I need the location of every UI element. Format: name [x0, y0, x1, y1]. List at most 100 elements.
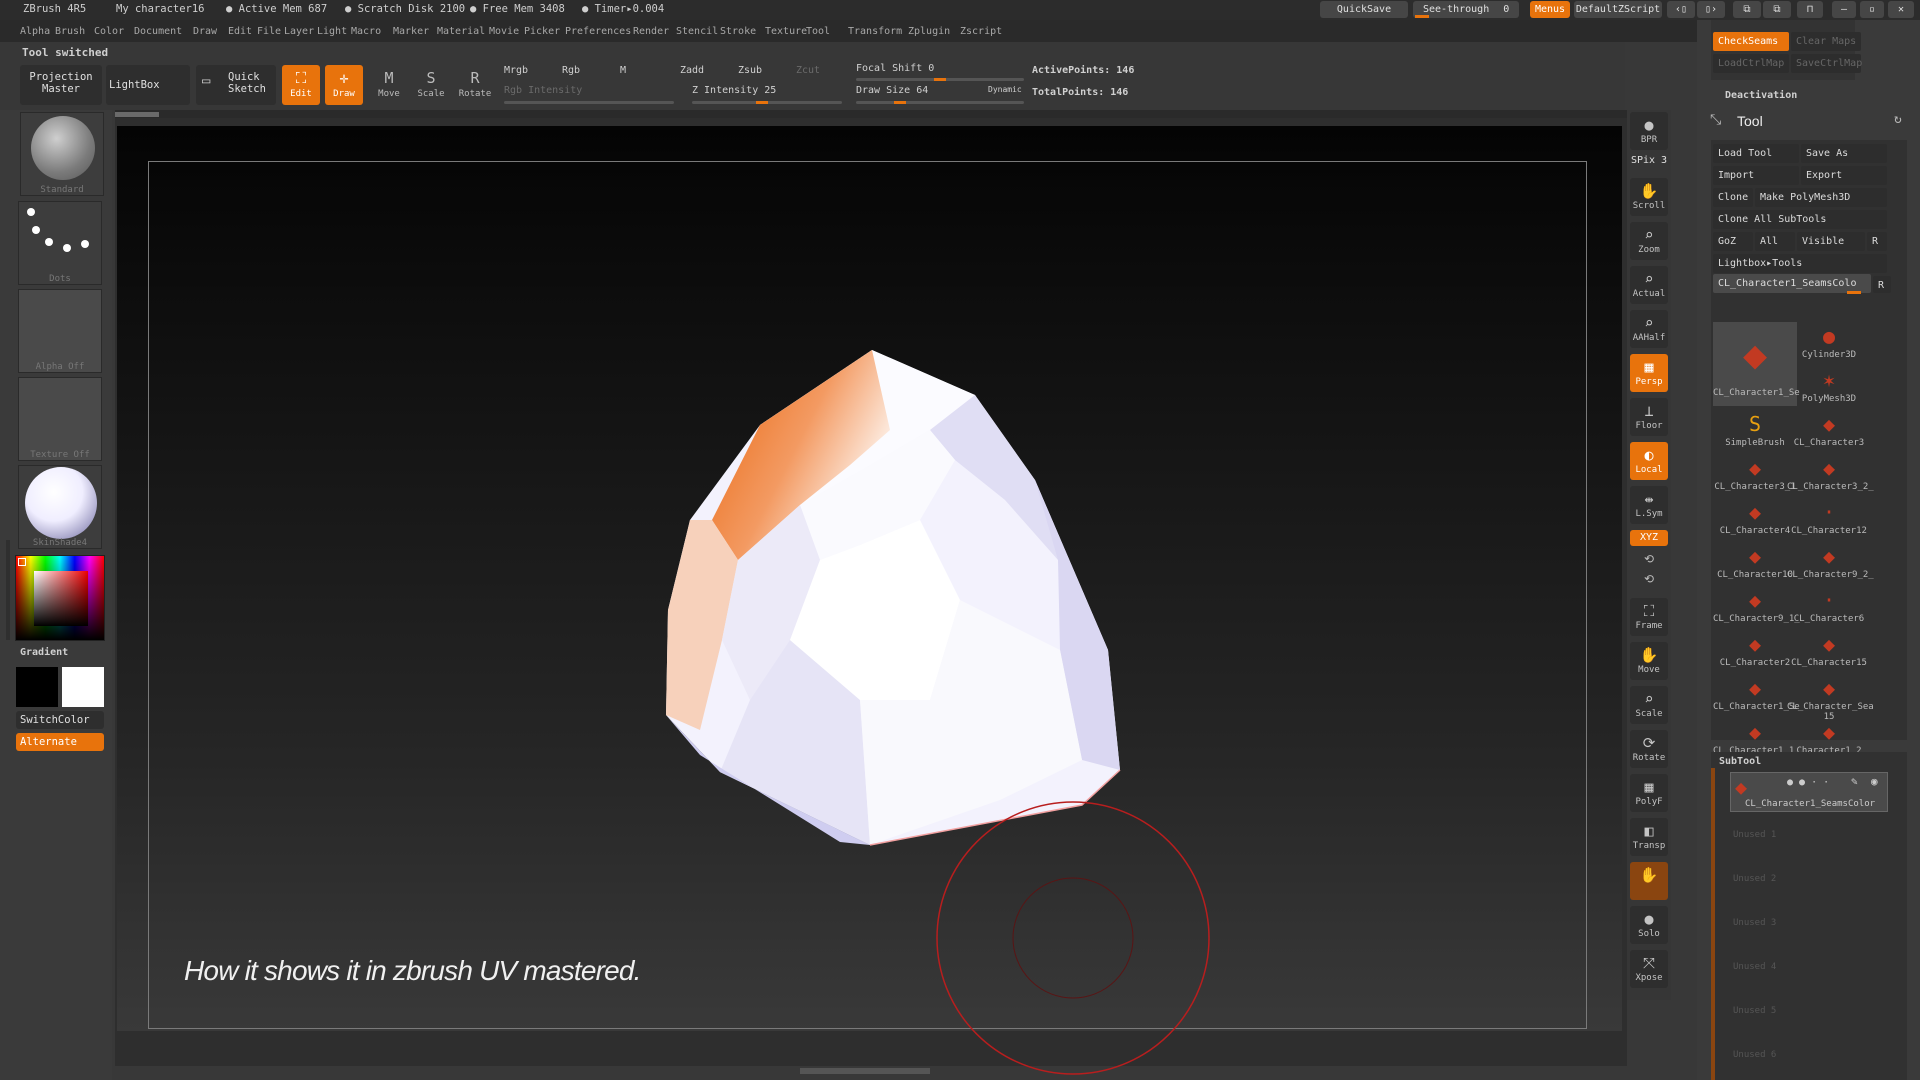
right-tray: CheckSeams Clear Maps LoadCtrlMap SaveCt…	[1697, 20, 1920, 1080]
nav-polyf-button[interactable]: ▦ PolyF	[1630, 774, 1668, 812]
brush-icon[interactable]: ✎	[1851, 775, 1858, 788]
eye-icon[interactable]: ◉	[1871, 775, 1878, 788]
tool-thumbnail[interactable]: ● Cylinder3D	[1787, 322, 1871, 364]
deactivation-label[interactable]: Deactivation	[1725, 90, 1797, 101]
clear-maps-button[interactable]: Clear Maps	[1791, 32, 1861, 51]
bpr-icon: ●	[1644, 116, 1654, 134]
savectrlmap-button[interactable]: SaveCtrlMap	[1791, 54, 1862, 73]
aahalf-icon: ⌕	[1644, 314, 1654, 332]
export-button[interactable]: Export	[1801, 166, 1887, 185]
tool-thumbnail[interactable]: ✶ PolyMesh3D	[1787, 366, 1871, 408]
subtool-name: CL_Character1_SeamsColor	[1745, 799, 1876, 809]
nav-label: Actual	[1632, 289, 1666, 299]
tool-thumbnail[interactable]: ◆ CL_Character3_2_	[1787, 454, 1874, 496]
loadctrlmap-button[interactable]: LoadCtrlMap	[1713, 54, 1789, 73]
tool-thumbnail[interactable]: ◆ CL_Character1_Se	[1713, 322, 1800, 406]
nav-rotate-button[interactable]: ⟳ Rotate	[1630, 730, 1668, 768]
visible-button[interactable]: Visible	[1797, 232, 1865, 251]
subtool-slot[interactable]: Unused 6	[1733, 1050, 1891, 1060]
subtool-toggle-icon[interactable]: ● ● · ·	[1787, 777, 1829, 788]
nav-bpr-button[interactable]: ● BPR	[1630, 112, 1668, 150]
subtool-title[interactable]: SubTool	[1719, 756, 1761, 767]
nav-aahalf-button[interactable]: ⌕ AAHalf	[1630, 310, 1668, 348]
rotate-axis-icon[interactable]: ⟲	[1644, 552, 1654, 566]
pin-icon[interactable]: ⤡	[1710, 112, 1721, 128]
subtool-item-active[interactable]: ◆ CL_Character1_SeamsColor ● ● · · ✎ ◉	[1730, 772, 1888, 812]
nav-l-sym-button[interactable]: ⇹ L.Sym	[1630, 486, 1668, 524]
nav-spix-3-button[interactable]: SPix 3	[1630, 155, 1668, 171]
subtool-slot[interactable]: Unused 3	[1733, 918, 1891, 928]
nav-xpose-button[interactable]: ⤧ Xpose	[1630, 950, 1668, 988]
floor-icon: ⊥	[1644, 402, 1654, 420]
tool-thumb-label: SimpleBrush	[1725, 438, 1785, 448]
canvas-bottom-handle[interactable]	[800, 1068, 930, 1074]
checkseams-button[interactable]: CheckSeams	[1713, 32, 1789, 51]
clone-button[interactable]: Clone	[1713, 188, 1753, 207]
lock-icon[interactable]: ✋	[1630, 862, 1668, 900]
nav-scale-button[interactable]: ⌕ Scale	[1630, 686, 1668, 724]
tool-thumbnail[interactable]: ◆ CL_Character9_2_	[1787, 542, 1874, 584]
viewport-caption: How it shows it in zbrush UV mastered.	[184, 955, 641, 986]
import-button[interactable]: Import	[1713, 166, 1799, 185]
nav-zoom-button[interactable]: ⌕ Zoom	[1630, 222, 1668, 260]
subtool-slot[interactable]: Unused 1	[1733, 830, 1891, 840]
polymesh-model[interactable]	[666, 350, 1121, 846]
tool-thumbnail[interactable]: · CL_Character12	[1787, 498, 1871, 540]
lightbox-tools-button[interactable]: Lightbox▸Tools	[1713, 254, 1887, 273]
clone-all-subtools-button[interactable]: Clone All SubTools	[1713, 210, 1887, 229]
tool-thumbnail[interactable]: S SimpleBrush	[1713, 410, 1797, 452]
tool-thumbnail[interactable]: ◆ CL_Character1_Se	[1713, 674, 1800, 716]
tool-thumbnail[interactable]: ◆ CL_Character9_1_	[1713, 586, 1800, 628]
tool-thumbnail[interactable]: ◆ CL_Character4	[1713, 498, 1797, 540]
tool-thumb-icon: ◆	[1748, 632, 1762, 656]
goz-all-button[interactable]: All	[1755, 232, 1795, 251]
nav-persp-button[interactable]: ▦ Persp	[1630, 354, 1668, 392]
tool-thumb-label: CL_Character2	[1719, 658, 1791, 668]
nav-floor-button[interactable]: ⊥ Floor	[1630, 398, 1668, 436]
nav-transp-button[interactable]: ◧ Transp	[1630, 818, 1668, 856]
nav-label: PolyF	[1635, 797, 1663, 807]
tool-thumb-label: CL_Character6	[1793, 614, 1865, 624]
subtool-slot[interactable]: Unused 4	[1733, 962, 1891, 972]
subtool-scrollbar[interactable]	[1711, 768, 1715, 1080]
transp-icon: ◧	[1644, 822, 1654, 840]
tool-thumb-icon: ◆	[1748, 720, 1762, 744]
tool-title[interactable]: Tool	[1737, 113, 1763, 129]
local-icon: ◐	[1644, 446, 1654, 464]
tool-thumb-label: CL_Character3_1	[1714, 482, 1796, 492]
refresh-icon[interactable]: ↻	[1894, 112, 1902, 127]
tool-thumb-label: Cylinder3D	[1801, 350, 1857, 360]
save-as-button[interactable]: Save As	[1801, 144, 1887, 163]
subtool-slot[interactable]: Unused 5	[1733, 1006, 1891, 1016]
tool-thumb-icon: ◆	[1748, 588, 1762, 612]
nav-solo-button[interactable]: ● Solo	[1630, 906, 1668, 944]
goz-button[interactable]: GoZ	[1713, 232, 1753, 251]
tool-thumbnail[interactable]: ◆ CL_Character15	[1787, 630, 1871, 672]
load-tool-button[interactable]: Load Tool	[1713, 144, 1799, 163]
make-polymesh-button[interactable]: Make PolyMesh3D	[1755, 188, 1887, 207]
actual-icon: ⌕	[1644, 270, 1654, 288]
nav-label: BPR	[1640, 135, 1658, 145]
tool-thumbnail[interactable]: ◆ CL_Character10	[1713, 542, 1797, 584]
xyz-button[interactable]: XYZ	[1630, 530, 1668, 546]
tool-thumb-label: CL_Character10	[1717, 570, 1793, 580]
goz-r-button[interactable]: R	[1867, 232, 1887, 251]
nav-move-button[interactable]: ✋ Move	[1630, 642, 1668, 680]
nav-actual-button[interactable]: ⌕ Actual	[1630, 266, 1668, 304]
tool-thumbnail[interactable]: · CL_Character6	[1787, 586, 1871, 628]
rotate-axis-icon[interactable]: ⟲	[1644, 572, 1654, 586]
tool-thumbnail[interactable]: ◆ CL_Character3_1	[1713, 454, 1797, 496]
tool-thumb-icon: ◆	[1748, 676, 1762, 700]
nav-frame-button[interactable]: ⛶ Frame	[1630, 598, 1668, 636]
tool-thumb-label: CL_Character12	[1791, 526, 1867, 536]
tool-r-button[interactable]: R	[1873, 276, 1891, 293]
tool-thumbnail[interactable]: ◆ CL_Character3	[1787, 410, 1871, 452]
persp-icon: ▦	[1644, 358, 1654, 376]
tool-thumbnail[interactable]: ◆ CL_Character2	[1713, 630, 1797, 672]
subtool-slot[interactable]: Unused 2	[1733, 874, 1891, 884]
subtool-thumb-icon: ◆	[1735, 775, 1748, 799]
nav-scroll-button[interactable]: ✋ Scroll	[1630, 178, 1668, 216]
nav-label: L.Sym	[1635, 509, 1663, 519]
nav-local-button[interactable]: ◐ Local	[1630, 442, 1668, 480]
tool-thumbnail[interactable]: ◆ CL_Character_Sea 15	[1787, 674, 1874, 722]
